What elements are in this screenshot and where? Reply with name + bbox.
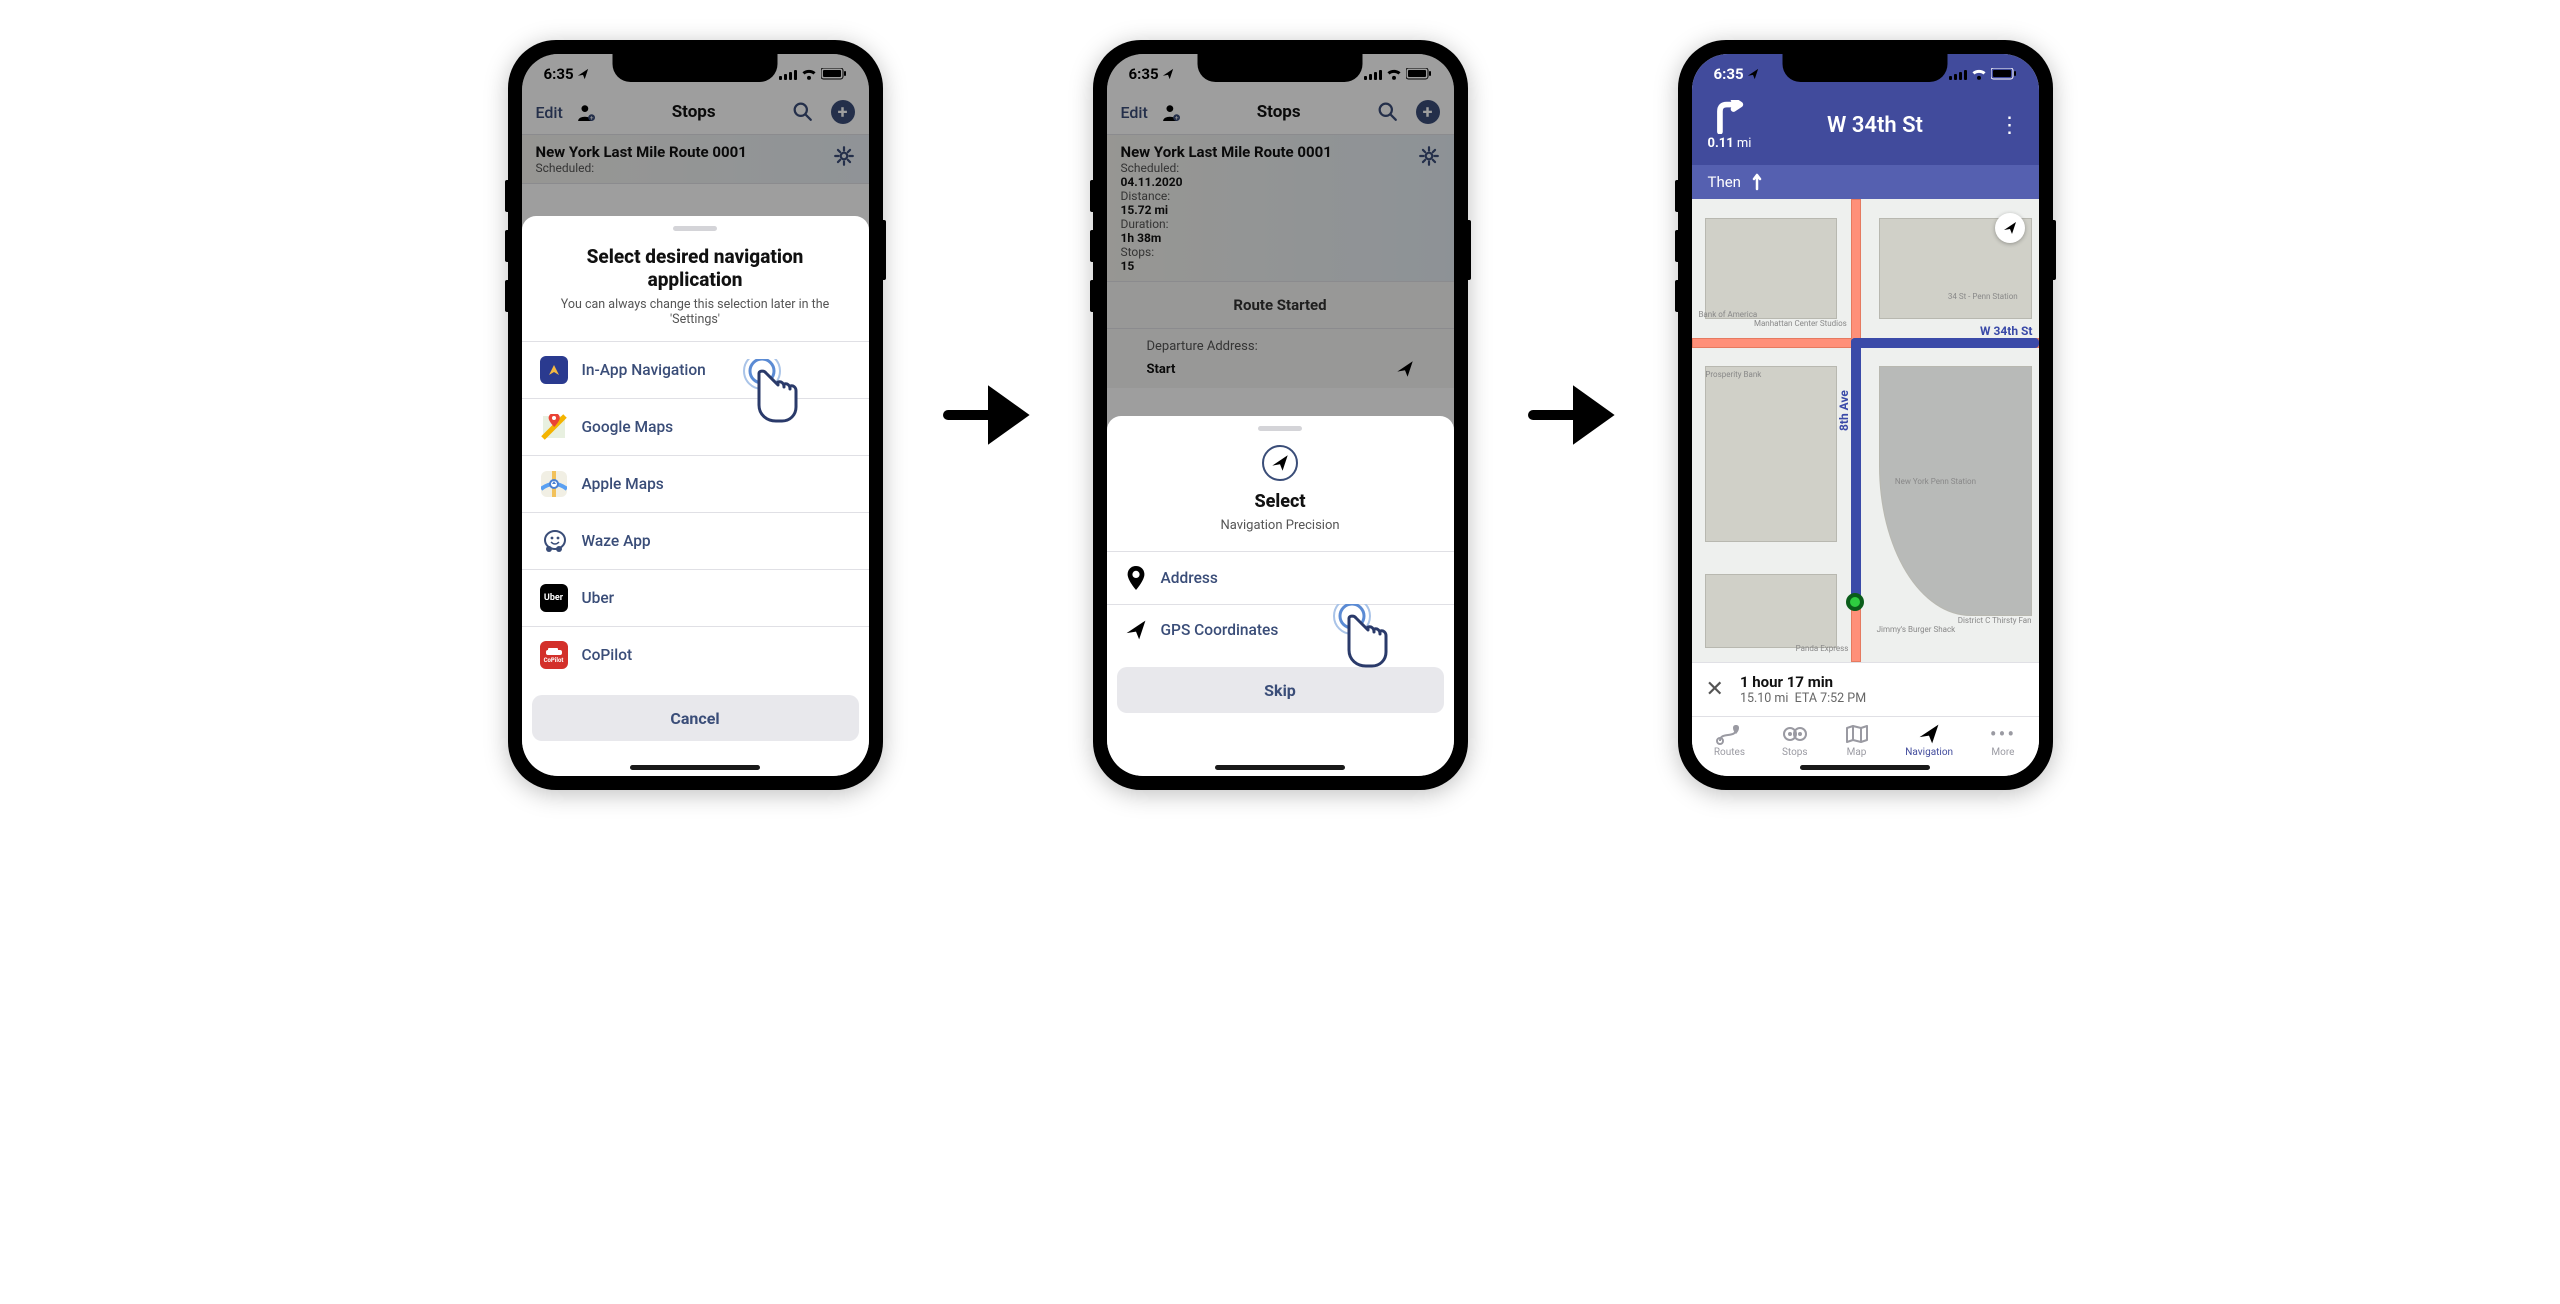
eta-time: ETA 7:52 PM	[1795, 691, 1866, 706]
option-google-maps[interactable]: Google Maps	[522, 398, 869, 455]
notch	[1783, 54, 1948, 82]
map-poi: Manhattan Center Studios	[1754, 319, 1847, 328]
option-label: In-App Navigation	[582, 361, 706, 379]
tab-more[interactable]: ••• More	[1990, 723, 2016, 758]
option-label: Waze App	[582, 532, 651, 550]
apple-maps-icon	[540, 470, 568, 498]
map-poi: New York Penn Station	[1895, 477, 1976, 486]
map-icon	[1845, 723, 1869, 745]
option-label: Address	[1161, 569, 1218, 587]
option-label: Uber	[582, 589, 615, 607]
tap-hand-icon	[742, 359, 812, 439]
copilot-icon: CoPilot	[540, 641, 568, 669]
map-poi: Panda Express	[1796, 644, 1849, 653]
eta-distance: 15.10 mi	[1740, 691, 1789, 706]
map-building	[1705, 366, 1837, 542]
map-poi: District C Thirsty Fan	[1958, 616, 2032, 625]
notch	[613, 54, 778, 82]
google-maps-icon	[540, 413, 568, 441]
map-view[interactable]: W 34th St 8th Ave Bank of America Manhat…	[1692, 199, 2039, 662]
option-waze[interactable]: Waze App	[522, 512, 869, 569]
cancel-button[interactable]: Cancel	[532, 695, 859, 741]
routes-icon	[1716, 723, 1742, 745]
sheet-grabber[interactable]	[673, 226, 717, 231]
pin-icon	[1125, 566, 1147, 590]
option-apple-maps[interactable]: Apple Maps	[522, 455, 869, 512]
map-poi: 34 St - Penn Station	[1948, 292, 2018, 301]
stops-icon	[1782, 723, 1808, 745]
nav-menu-button[interactable]: ⋮	[1999, 113, 2023, 138]
home-indicator[interactable]	[1215, 765, 1345, 770]
option-copilot[interactable]: CoPilot CoPilot	[522, 626, 869, 683]
tab-stops[interactable]: Stops	[1782, 723, 1808, 758]
flow-arrow-icon	[943, 385, 1033, 445]
flow-arrow-icon	[1528, 385, 1618, 445]
option-label: Google Maps	[582, 418, 674, 436]
option-label: Apple Maps	[582, 475, 664, 493]
map-building	[1705, 574, 1837, 648]
sheet-title: Select	[1135, 491, 1426, 512]
gps-arrow-icon	[1125, 619, 1147, 641]
map-poi: Prosperity Bank	[1705, 370, 1761, 379]
map-poi: Jimmy's Burger Shack	[1877, 625, 1956, 634]
option-uber[interactable]: Uber Uber	[522, 569, 869, 626]
phone-screen-3: 6:35 0.11 mi W 34th St ⋮ Then	[1678, 40, 2053, 790]
sheet-subtitle: You can always change this selection lat…	[554, 297, 837, 327]
nav-app-sheet: Select desired navigation application Yo…	[522, 216, 869, 776]
map-route-segment	[1851, 338, 2038, 348]
then-label: Then	[1708, 173, 1741, 191]
turn-distance: 0.11	[1708, 136, 1734, 151]
option-address[interactable]: Address	[1107, 551, 1454, 604]
turn-indicator: 0.11 mi	[1708, 100, 1752, 151]
map-poi: Bank of America	[1698, 310, 1757, 319]
notch	[1198, 54, 1363, 82]
phone-screen-1: 6:35 Edit Stops + New York Last Mile Rou…	[508, 40, 883, 790]
eta-duration: 1 hour 17 min	[1740, 673, 1866, 691]
map-building-msg	[1879, 366, 2032, 616]
phone-screen-2: 6:35 Edit Stops + New York Last Mile Rou…	[1093, 40, 1468, 790]
tap-hand-icon	[1332, 604, 1402, 684]
home-indicator[interactable]	[630, 765, 760, 770]
tab-map[interactable]: Map	[1845, 723, 1869, 758]
compass-button[interactable]	[1995, 213, 2025, 243]
option-label: GPS Coordinates	[1161, 621, 1279, 639]
navigation-hero-icon	[1262, 445, 1298, 481]
sheet-grabber[interactable]	[1258, 426, 1302, 431]
option-label: CoPilot	[582, 646, 633, 664]
tab-routes[interactable]: Routes	[1714, 723, 1745, 758]
precision-sheet: Select Navigation Precision Address GPS …	[1107, 416, 1454, 776]
sheet-title: Select desired navigation application	[550, 245, 841, 291]
straight-icon	[1751, 173, 1763, 191]
option-in-app-navigation[interactable]: In-App Navigation	[522, 341, 869, 398]
map-street-label: W 34th St	[1980, 324, 2032, 338]
sheet-subtitle: Navigation Precision	[1139, 518, 1422, 533]
eta-bar: ✕ 1 hour 17 min 15.10 mi ETA 7:52 PM	[1692, 662, 2039, 716]
turn-right-icon	[1711, 100, 1747, 134]
nav-then-bar: Then	[1692, 165, 2039, 199]
battery-icon	[1991, 68, 2017, 80]
wifi-icon	[1971, 68, 1987, 80]
uber-icon: Uber	[540, 584, 568, 612]
in-app-nav-icon	[540, 356, 568, 384]
close-navigation-button[interactable]: ✕	[1706, 677, 1724, 702]
waze-icon	[540, 527, 568, 555]
current-location-marker	[1846, 593, 1864, 611]
location-services-icon	[1747, 68, 1759, 80]
home-indicator[interactable]	[1800, 765, 1930, 770]
map-avenue-label: 8th Ave	[1837, 390, 1851, 431]
tab-navigation[interactable]: Navigation	[1905, 723, 1953, 758]
cellular-icon	[1949, 68, 1967, 80]
navigation-icon	[1918, 723, 1940, 745]
nav-street: W 34th St	[1765, 113, 1984, 138]
map-building	[1705, 218, 1837, 320]
map-route-segment	[1851, 338, 1861, 607]
more-icon: •••	[1990, 723, 2016, 745]
